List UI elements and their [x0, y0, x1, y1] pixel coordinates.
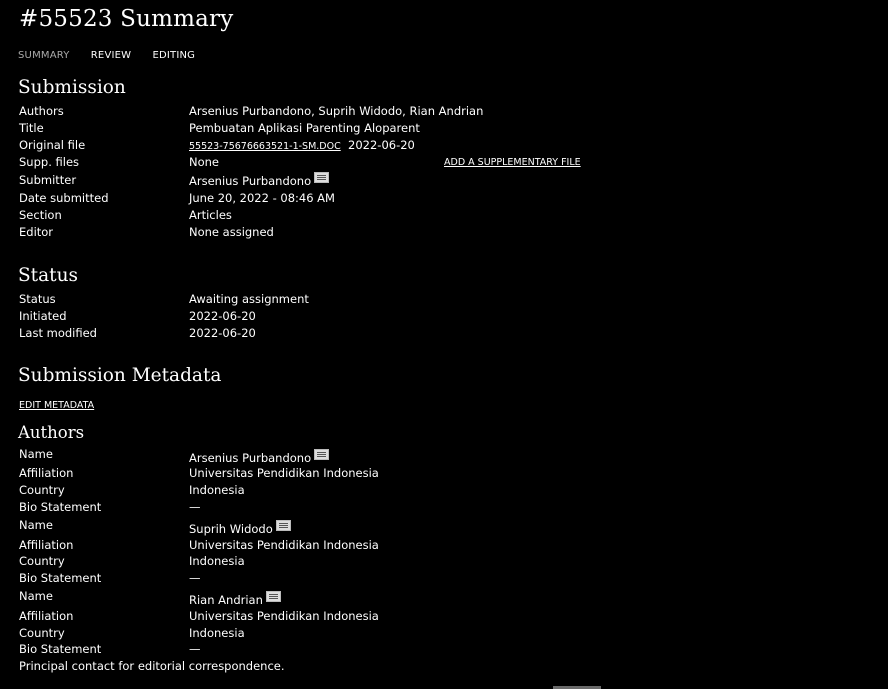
section-value: Articles	[189, 208, 232, 222]
initiated-value: 2022-06-20	[189, 309, 256, 323]
author-name-label: Name	[19, 447, 53, 461]
authors-value: Arsenius Purbandono, Suprih Widodo, Rian…	[189, 104, 484, 118]
title-row: Title Pembuatan Aplikasi Parenting Alopa…	[19, 120, 859, 137]
submitter-label: Submitter	[19, 173, 77, 187]
supp-files-label: Supp. files	[19, 155, 80, 169]
author-3-affiliation-row: Affiliation Universitas Pendidikan Indon…	[19, 608, 859, 625]
author-3-country-row: Country Indonesia	[19, 625, 859, 642]
author-2-bio-row: Bio Statement —	[19, 570, 859, 587]
author-2-affiliation-row: Affiliation Universitas Pendidikan Indon…	[19, 537, 859, 554]
authors-heading: Authors	[18, 423, 85, 442]
author-2-country: Indonesia	[189, 554, 245, 568]
original-file-date: 2022-06-20	[348, 138, 415, 152]
affiliation-label: Affiliation	[19, 609, 74, 623]
author-2-name: Suprih Widodo	[189, 522, 273, 536]
title-value: Pembuatan Aplikasi Parenting Aloparent	[189, 121, 420, 135]
original-file-label: Original file	[19, 138, 86, 152]
editor-label: Editor	[19, 225, 54, 239]
date-submitted-row: Date submitted June 20, 2022 - 08:46 AM	[19, 190, 859, 207]
author-3-country: Indonesia	[189, 626, 245, 640]
author-name-label: Name	[19, 589, 53, 603]
author-1-name-row: Name Arsenius Purbandono	[19, 446, 859, 465]
author-name-label: Name	[19, 518, 53, 532]
author-1-bio: —	[189, 500, 201, 514]
status-heading: Status	[18, 265, 78, 286]
author-1-affiliation-row: Affiliation Universitas Pendidikan Indon…	[19, 465, 859, 482]
last-modified-value: 2022-06-20	[189, 326, 256, 340]
author-1-country: Indonesia	[189, 483, 245, 497]
status-row: Status Awaiting assignment	[19, 291, 859, 308]
tab-bar: SUMMARY REVIEW EDITING	[18, 50, 213, 61]
bio-label: Bio Statement	[19, 571, 102, 585]
tab-review[interactable]: REVIEW	[91, 50, 131, 61]
editor-value: None assigned	[189, 225, 274, 239]
email-envelope-icon[interactable]	[265, 591, 281, 602]
date-submitted-value: June 20, 2022 - 08:46 AM	[189, 191, 335, 205]
author-2-country-row: Country Indonesia	[19, 553, 859, 570]
submitter-value: Arsenius Purbandono	[189, 174, 312, 188]
edit-metadata-link[interactable]: EDIT METADATA	[19, 400, 94, 411]
status-value: Awaiting assignment	[189, 292, 309, 306]
authors-row: Authors Arsenius Purbandono, Suprih Wido…	[19, 103, 859, 120]
author-2-affiliation: Universitas Pendidikan Indonesia	[189, 538, 379, 552]
submission-heading: Submission	[18, 77, 126, 98]
supp-files-value: None	[189, 155, 220, 169]
add-supplementary-file-link[interactable]: ADD A SUPPLEMENTARY FILE	[444, 154, 581, 171]
author-1-name: Arsenius Purbandono	[189, 451, 312, 465]
author-3-bio-row: Bio Statement —	[19, 641, 859, 658]
author-3-bio: —	[189, 642, 201, 656]
email-envelope-icon[interactable]	[275, 520, 291, 531]
email-envelope-icon[interactable]	[314, 172, 330, 183]
country-label: Country	[19, 483, 65, 497]
author-1-affiliation: Universitas Pendidikan Indonesia	[189, 466, 379, 480]
initiated-label: Initiated	[19, 309, 67, 323]
submitter-row: Submitter Arsenius Purbandono	[19, 172, 859, 189]
supp-files-row: Supp. files None ADD A SUPPLEMENTARY FIL…	[19, 154, 859, 171]
author-3-affiliation: Universitas Pendidikan Indonesia	[189, 609, 379, 623]
last-modified-label: Last modified	[19, 326, 97, 340]
authors-label: Authors	[19, 104, 64, 118]
author-1-country-row: Country Indonesia	[19, 482, 859, 499]
section-label: Section	[19, 208, 62, 222]
affiliation-label: Affiliation	[19, 466, 74, 480]
author-2-bio: —	[189, 571, 201, 585]
country-label: Country	[19, 554, 65, 568]
original-file-row: Original file 55523-75676663521-1-SM.DOC…	[19, 137, 859, 154]
bio-label: Bio Statement	[19, 500, 102, 514]
author-1-bio-row: Bio Statement —	[19, 499, 859, 516]
page-title: #55523 Summary	[19, 6, 234, 32]
date-submitted-label: Date submitted	[19, 191, 109, 205]
section-row: Section Articles	[19, 207, 859, 224]
initiated-row: Initiated 2022-06-20	[19, 308, 859, 325]
email-envelope-icon[interactable]	[314, 449, 330, 460]
metadata-heading: Submission Metadata	[18, 365, 222, 386]
affiliation-label: Affiliation	[19, 538, 74, 552]
original-file-link[interactable]: 55523-75676663521-1-SM.DOC	[189, 141, 341, 152]
title-label: Title	[19, 121, 44, 135]
editor-row: Editor None assigned	[19, 224, 859, 241]
tab-editing[interactable]: EDITING	[152, 50, 195, 61]
principal-contact-note: Principal contact for editorial correspo…	[19, 659, 285, 673]
author-3-name-row: Name Rian Andrian	[19, 588, 859, 607]
author-3-name: Rian Andrian	[189, 593, 263, 607]
last-modified-row: Last modified 2022-06-20	[19, 325, 859, 342]
tab-summary[interactable]: SUMMARY	[18, 50, 70, 61]
author-2-name-row: Name Suprih Widodo	[19, 517, 859, 536]
country-label: Country	[19, 626, 65, 640]
bio-label: Bio Statement	[19, 642, 102, 656]
status-label: Status	[19, 292, 56, 306]
